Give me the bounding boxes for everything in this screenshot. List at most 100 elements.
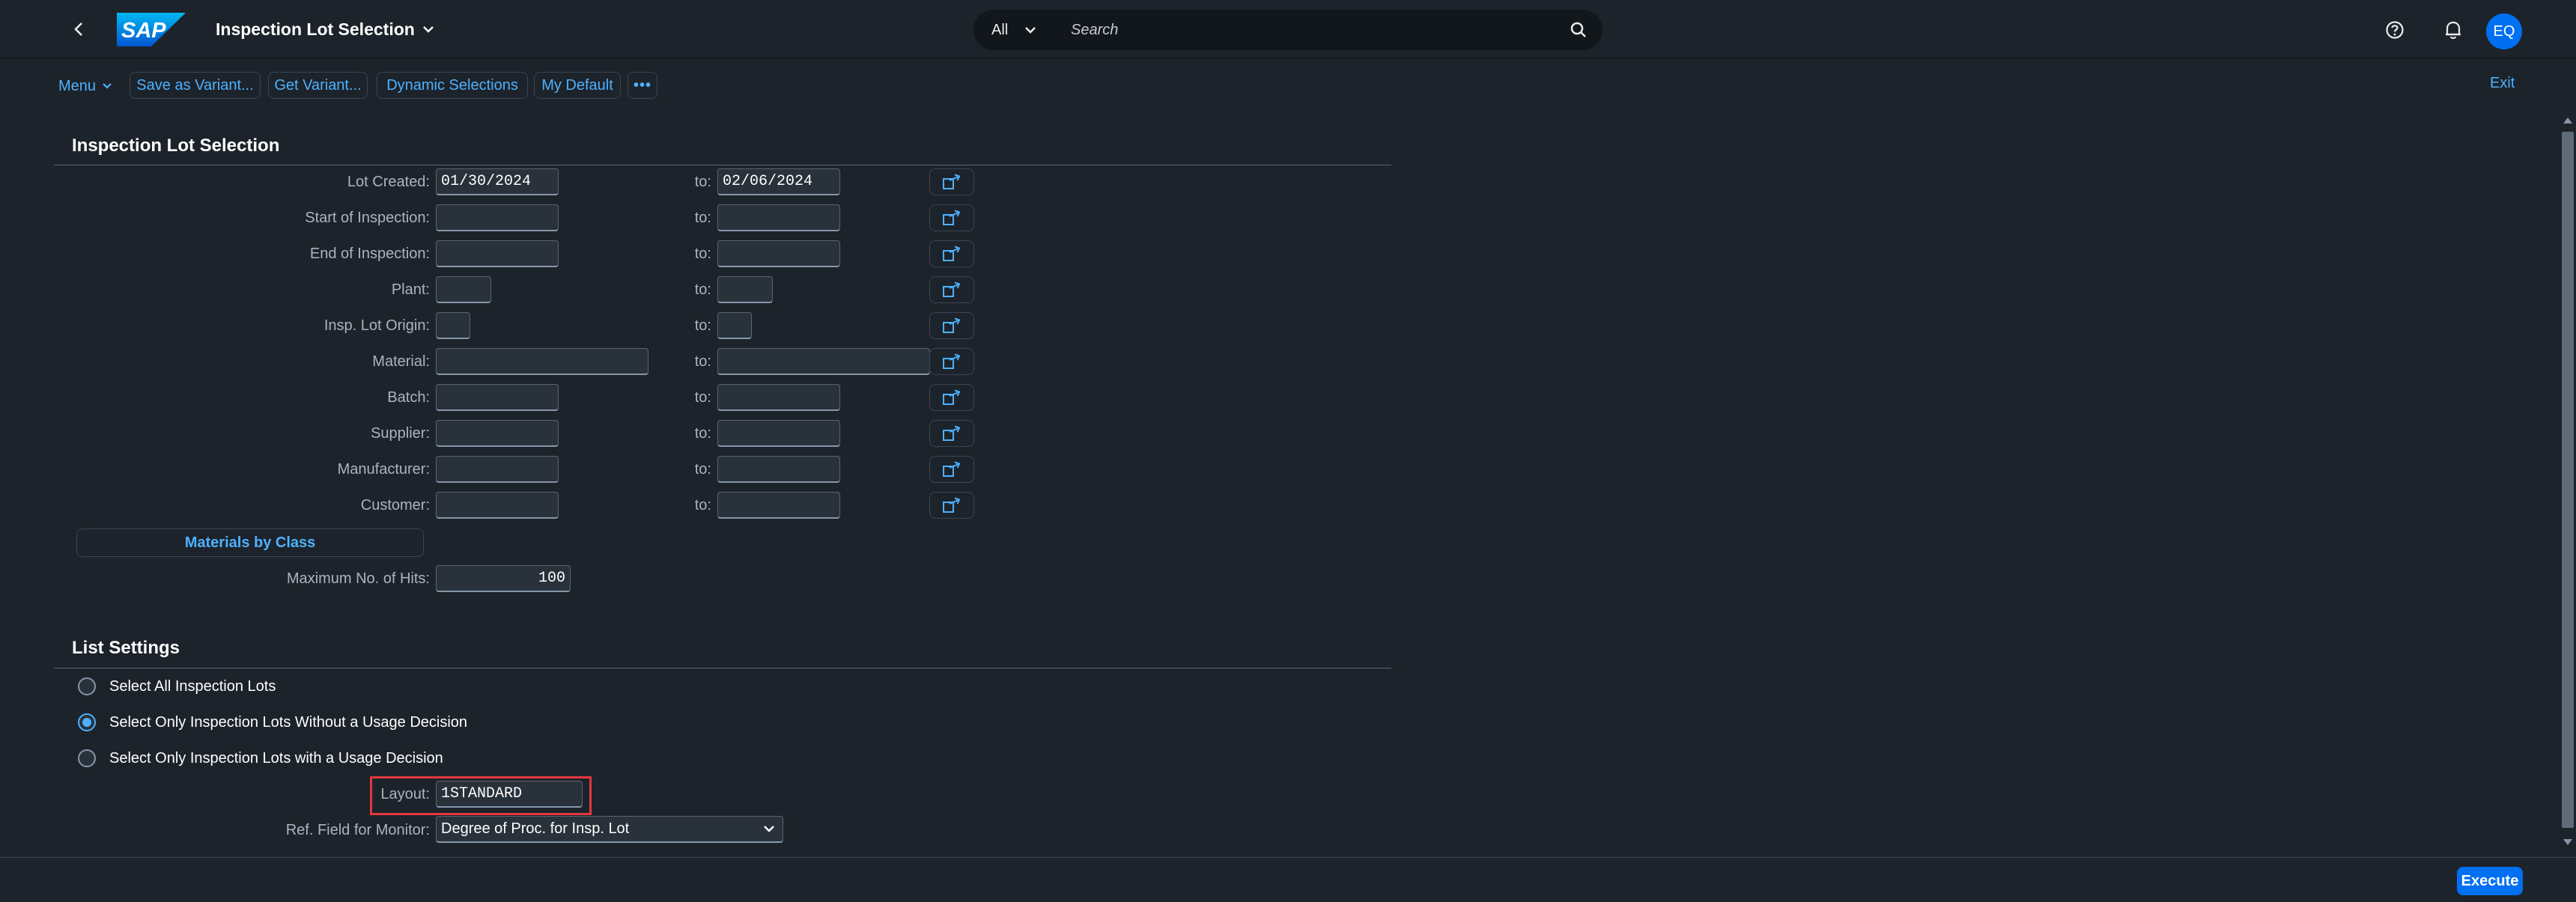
search-scope-select[interactable]: All xyxy=(973,10,1059,50)
multiple-selection-icon xyxy=(943,389,961,405)
to-label: to: xyxy=(694,497,711,514)
radio-button[interactable] xyxy=(78,677,96,695)
to-label: to: xyxy=(694,246,711,262)
to-label: to: xyxy=(694,317,711,334)
search-icon xyxy=(1570,22,1586,37)
selection-from-field[interactable] xyxy=(436,492,559,519)
dynamic-selections-button[interactable]: Dynamic Selections xyxy=(377,72,528,99)
chevron-down-icon xyxy=(1025,27,1036,34)
to-label: to: xyxy=(694,353,711,370)
multiple-selection-button[interactable] xyxy=(929,348,974,375)
selection-to-field[interactable] xyxy=(717,204,840,231)
radio-label: Select All Inspection Lots xyxy=(109,677,276,695)
save-as-variant-button[interactable]: Save as Variant... xyxy=(130,72,261,99)
to-label: to: xyxy=(694,281,711,298)
multiple-selection-icon xyxy=(943,425,961,441)
multiple-selection-icon xyxy=(943,353,961,369)
chevron-left-icon xyxy=(74,22,82,36)
search-input[interactable] xyxy=(1059,10,1555,50)
to-label: to: xyxy=(694,210,711,226)
more-options-button[interactable]: ••• xyxy=(628,72,657,99)
selection-from-field[interactable] xyxy=(436,168,559,195)
selection-to-field[interactable] xyxy=(717,384,840,411)
vertical-scrollbar[interactable] xyxy=(2554,112,2576,853)
selection-to-field[interactable] xyxy=(717,168,840,195)
radio-button-selected[interactable] xyxy=(78,713,96,731)
multiple-selection-icon xyxy=(943,210,961,225)
scroll-down-icon[interactable] xyxy=(2563,838,2573,846)
search-bar: All xyxy=(973,10,1603,50)
selection-label: Customer: xyxy=(360,497,430,514)
multiple-selection-button[interactable] xyxy=(929,384,974,411)
ref-field-select[interactable]: Degree of Proc. for Insp. Lot xyxy=(436,816,783,843)
selection-label: Supplier: xyxy=(371,425,430,442)
to-label: to: xyxy=(694,174,711,190)
materials-by-class-button[interactable]: Materials by Class xyxy=(76,528,424,557)
radio-label: Select Only Inspection Lots Without a Us… xyxy=(109,713,468,731)
multiple-selection-button[interactable] xyxy=(929,240,974,267)
multiple-selection-button[interactable] xyxy=(929,168,974,195)
max-hits-field[interactable] xyxy=(436,565,571,592)
selection-label: Plant: xyxy=(391,281,430,298)
multiple-selection-icon xyxy=(943,281,961,297)
multiple-selection-icon xyxy=(943,246,961,261)
menu-button[interactable]: Menu xyxy=(58,73,112,99)
my-default-button[interactable]: My Default xyxy=(534,72,621,99)
scrollbar-thumb[interactable] xyxy=(2562,132,2574,828)
selection-from-field[interactable] xyxy=(436,204,559,231)
selection-label: Material: xyxy=(372,353,430,370)
selection-to-field[interactable] xyxy=(717,420,840,447)
sap-logo[interactable]: SAP xyxy=(117,13,186,46)
radio-button[interactable] xyxy=(78,749,96,767)
multiple-selection-icon xyxy=(943,461,961,477)
selection-label: Batch: xyxy=(387,389,430,406)
radio-without-usage-decision[interactable]: Select Only Inspection Lots Without a Us… xyxy=(78,711,467,734)
max-hits-label: Maximum No. of Hits: xyxy=(286,570,430,587)
selection-from-field[interactable] xyxy=(436,312,470,339)
help-icon xyxy=(2386,21,2404,39)
selection-to-field[interactable] xyxy=(717,348,930,375)
bell-icon xyxy=(2446,21,2461,39)
selection-to-field[interactable] xyxy=(717,312,752,339)
multiple-selection-button[interactable] xyxy=(929,312,974,339)
selection-from-field[interactable] xyxy=(436,384,559,411)
selection-label: Manufacturer: xyxy=(337,461,430,478)
selection-to-field[interactable] xyxy=(717,240,840,267)
footer-bar: Execute xyxy=(0,857,2576,902)
radio-with-usage-decision[interactable]: Select Only Inspection Lots with a Usage… xyxy=(78,747,443,770)
multiple-selection-button[interactable] xyxy=(929,492,974,519)
shell-bar: SAP Inspection Lot Selection All EQ xyxy=(0,0,2576,58)
layout-field[interactable] xyxy=(436,781,583,808)
selection-from-field[interactable] xyxy=(436,456,559,483)
multiple-selection-button[interactable] xyxy=(929,420,974,447)
help-button[interactable] xyxy=(2381,16,2408,43)
multiple-selection-button[interactable] xyxy=(929,456,974,483)
selection-to-field[interactable] xyxy=(717,276,773,303)
app-title: Inspection Lot Selection xyxy=(216,19,415,39)
svg-text:SAP: SAP xyxy=(121,19,166,43)
selection-to-field[interactable] xyxy=(717,456,840,483)
search-button[interactable] xyxy=(1555,10,1603,50)
radio-all-lots[interactable]: Select All Inspection Lots xyxy=(78,675,276,698)
exit-button[interactable]: Exit xyxy=(2490,75,2515,92)
app-title-menu[interactable]: Inspection Lot Selection xyxy=(216,17,434,41)
selection-from-field[interactable] xyxy=(436,276,491,303)
multiple-selection-button[interactable] xyxy=(929,276,974,303)
notifications-button[interactable] xyxy=(2440,16,2467,43)
multiple-selection-button[interactable] xyxy=(929,204,974,231)
chevron-down-icon xyxy=(422,26,434,33)
selection-to-field[interactable] xyxy=(717,492,840,519)
get-variant-button[interactable]: Get Variant... xyxy=(268,72,368,99)
section-title-list-settings: List Settings xyxy=(72,638,180,658)
scroll-up-icon[interactable] xyxy=(2563,117,2573,124)
selection-label: Lot Created: xyxy=(347,174,430,190)
user-avatar[interactable]: EQ xyxy=(2486,13,2522,49)
ref-field-label: Ref. Field for Monitor: xyxy=(285,822,430,838)
back-button[interactable] xyxy=(66,16,91,42)
execute-button[interactable]: Execute xyxy=(2457,867,2523,895)
selection-from-field[interactable] xyxy=(436,240,559,267)
multiple-selection-icon xyxy=(943,497,961,513)
selection-from-field[interactable] xyxy=(436,348,648,375)
menu-label: Menu xyxy=(58,77,97,94)
selection-from-field[interactable] xyxy=(436,420,559,447)
